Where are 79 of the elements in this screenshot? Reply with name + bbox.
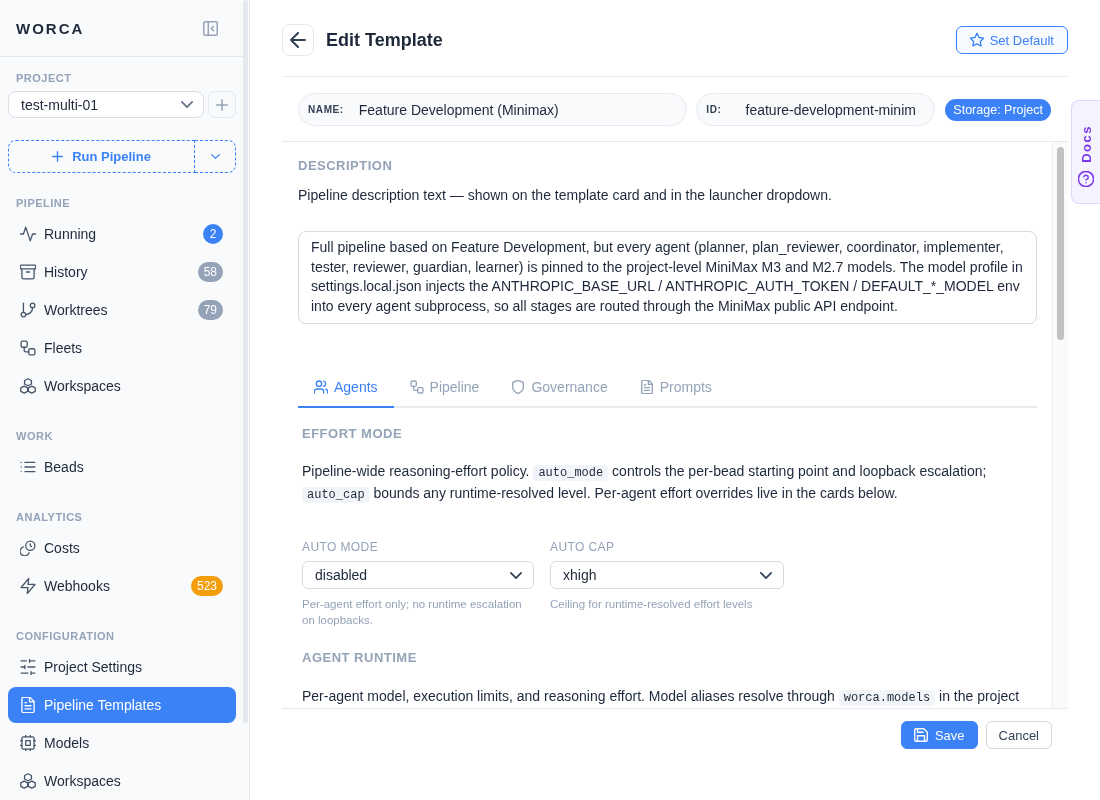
- activity-icon: [20, 226, 36, 242]
- users-icon: [314, 380, 328, 394]
- archive-box-icon: [20, 264, 36, 280]
- plus-icon: [52, 151, 64, 162]
- shield-icon: [511, 380, 526, 394]
- chevron-down-icon: [510, 571, 522, 579]
- project-select[interactable]: test-multi-01: [8, 91, 204, 118]
- section-heading: AGENT RUNTIME: [302, 650, 418, 666]
- coins-icon: [20, 540, 36, 556]
- section-heading: DESCRIPTION: [298, 158, 394, 174]
- field-help-text: Pipeline description text — shown on the template card and in the launcher dropdown.: [298, 186, 833, 205]
- set-default-button[interactable]: Set Default: [955, 26, 1068, 54]
- field-label: AUTO CAP: [550, 540, 616, 554]
- chip-icon: [20, 735, 36, 751]
- section-label: PIPELINE: [15, 196, 72, 210]
- cancel-button[interactable]: Cancel: [985, 721, 1052, 749]
- tab[interactable]: Agents: [298, 368, 394, 408]
- nav-item[interactable]: Models: [8, 725, 236, 761]
- back-button[interactable]: [282, 24, 314, 56]
- app-logo: WORCA: [16, 19, 85, 37]
- boxes-icon: [20, 378, 36, 394]
- nav-item[interactable]: Running 2: [8, 216, 236, 252]
- nav-item[interactable]: Costs: [8, 530, 236, 566]
- nav-item[interactable]: Fleets: [8, 330, 236, 366]
- scrollbar-thumb[interactable]: [1057, 147, 1064, 340]
- select-field[interactable]: disabled: [302, 561, 534, 589]
- boxes-icon: [20, 773, 36, 789]
- page-title: Edit Template: [326, 29, 443, 51]
- count-badge: 523: [190, 576, 223, 596]
- star-icon: [969, 33, 984, 47]
- chevron-down-icon: [760, 571, 772, 579]
- id-field[interactable]: ID: feature-development-minim: [696, 93, 936, 126]
- plus-icon: [216, 98, 228, 111]
- nav-item[interactable]: Pipeline Templates: [8, 687, 236, 723]
- save-icon: [913, 728, 928, 742]
- field-label: ID:: [706, 104, 722, 115]
- nav-item[interactable]: Worktrees 79: [8, 292, 236, 328]
- section-label: WORK: [15, 429, 54, 443]
- section-description: Per-agent model, execution limits, and reasoning effort. Model aliases resolve through worca.models in the project: [302, 687, 1021, 708]
- arrow-left-icon: [290, 32, 306, 48]
- section-label: CONFIGURATION: [15, 629, 116, 643]
- document-icon: [639, 380, 654, 394]
- workflow-icon: [409, 380, 424, 394]
- save-button[interactable]: Save: [900, 721, 978, 749]
- nav-item[interactable]: Beads: [8, 449, 236, 485]
- count-badge: 58: [197, 262, 223, 282]
- storage-badge: Storage: Project: [945, 98, 1051, 121]
- nav-item[interactable]: History 58: [8, 254, 236, 290]
- field-hint: Ceiling for runtime-resolved effort levels: [550, 597, 754, 612]
- document-icon: [20, 697, 36, 713]
- nav-item[interactable]: Workspaces: [8, 763, 236, 799]
- name-field[interactable]: NAME: Feature Development (Minimax): [298, 93, 688, 126]
- workflow-icon: [20, 340, 36, 356]
- section-heading: EFFORT MODE: [302, 426, 404, 442]
- field-label: NAME:: [308, 104, 344, 115]
- docs-tab[interactable]: Docs: [1071, 100, 1100, 204]
- section-label: PROJECT: [15, 71, 73, 85]
- chevron-down-icon: [210, 154, 220, 159]
- section-label: ANALYTICS: [15, 510, 84, 524]
- field-hint: Per-agent effort only; no runtime escalation on loopbacks.: [302, 597, 523, 628]
- run-options-button[interactable]: [195, 140, 236, 173]
- field-label: AUTO MODE: [302, 540, 380, 554]
- run-pipeline-button[interactable]: Run Pipeline: [8, 140, 195, 173]
- list-icon: [20, 459, 36, 475]
- panel-collapse-icon[interactable]: [203, 20, 218, 36]
- add-project-button[interactable]: [208, 91, 236, 118]
- help-icon: [1078, 171, 1094, 187]
- count-badge: 79: [197, 300, 223, 320]
- nav-item[interactable]: Project Settings: [8, 649, 236, 685]
- count-badge: 2: [203, 224, 223, 244]
- nav-item[interactable]: Webhooks 523: [8, 568, 236, 604]
- select-field[interactable]: xhigh: [550, 561, 784, 589]
- sliders-icon: [20, 659, 36, 675]
- nav-item[interactable]: Workspaces: [8, 368, 236, 404]
- git-branch-icon: [20, 302, 36, 318]
- lightning-icon: [20, 578, 36, 594]
- description-textarea[interactable]: Full pipeline based on Feature Development, but every agent (planner, plan_reviewer, coordinator, implementer, tester, reviewer, guardian, learner) is pinned to the project-level MiniMax M3 and M2.7 models. The model profile in settings.local.json injects the ANTHROPIC_BASE_URL / ANTHROPIC_AUTH_TOKEN / DEFAULT_*_MODEL env into every agent subprocess, so all stages are routed through the MiniMax public API endpoint.: [298, 231, 1037, 324]
- chevron-down-icon: [181, 101, 193, 108]
- section-description: Pipeline-wide reasoning-effort policy. auto_mode controls the per-bead starting point and loopback escalation; auto_cap bounds any runtime-resolved level. Per-agent effort overrides live in the cards below.: [302, 462, 988, 505]
